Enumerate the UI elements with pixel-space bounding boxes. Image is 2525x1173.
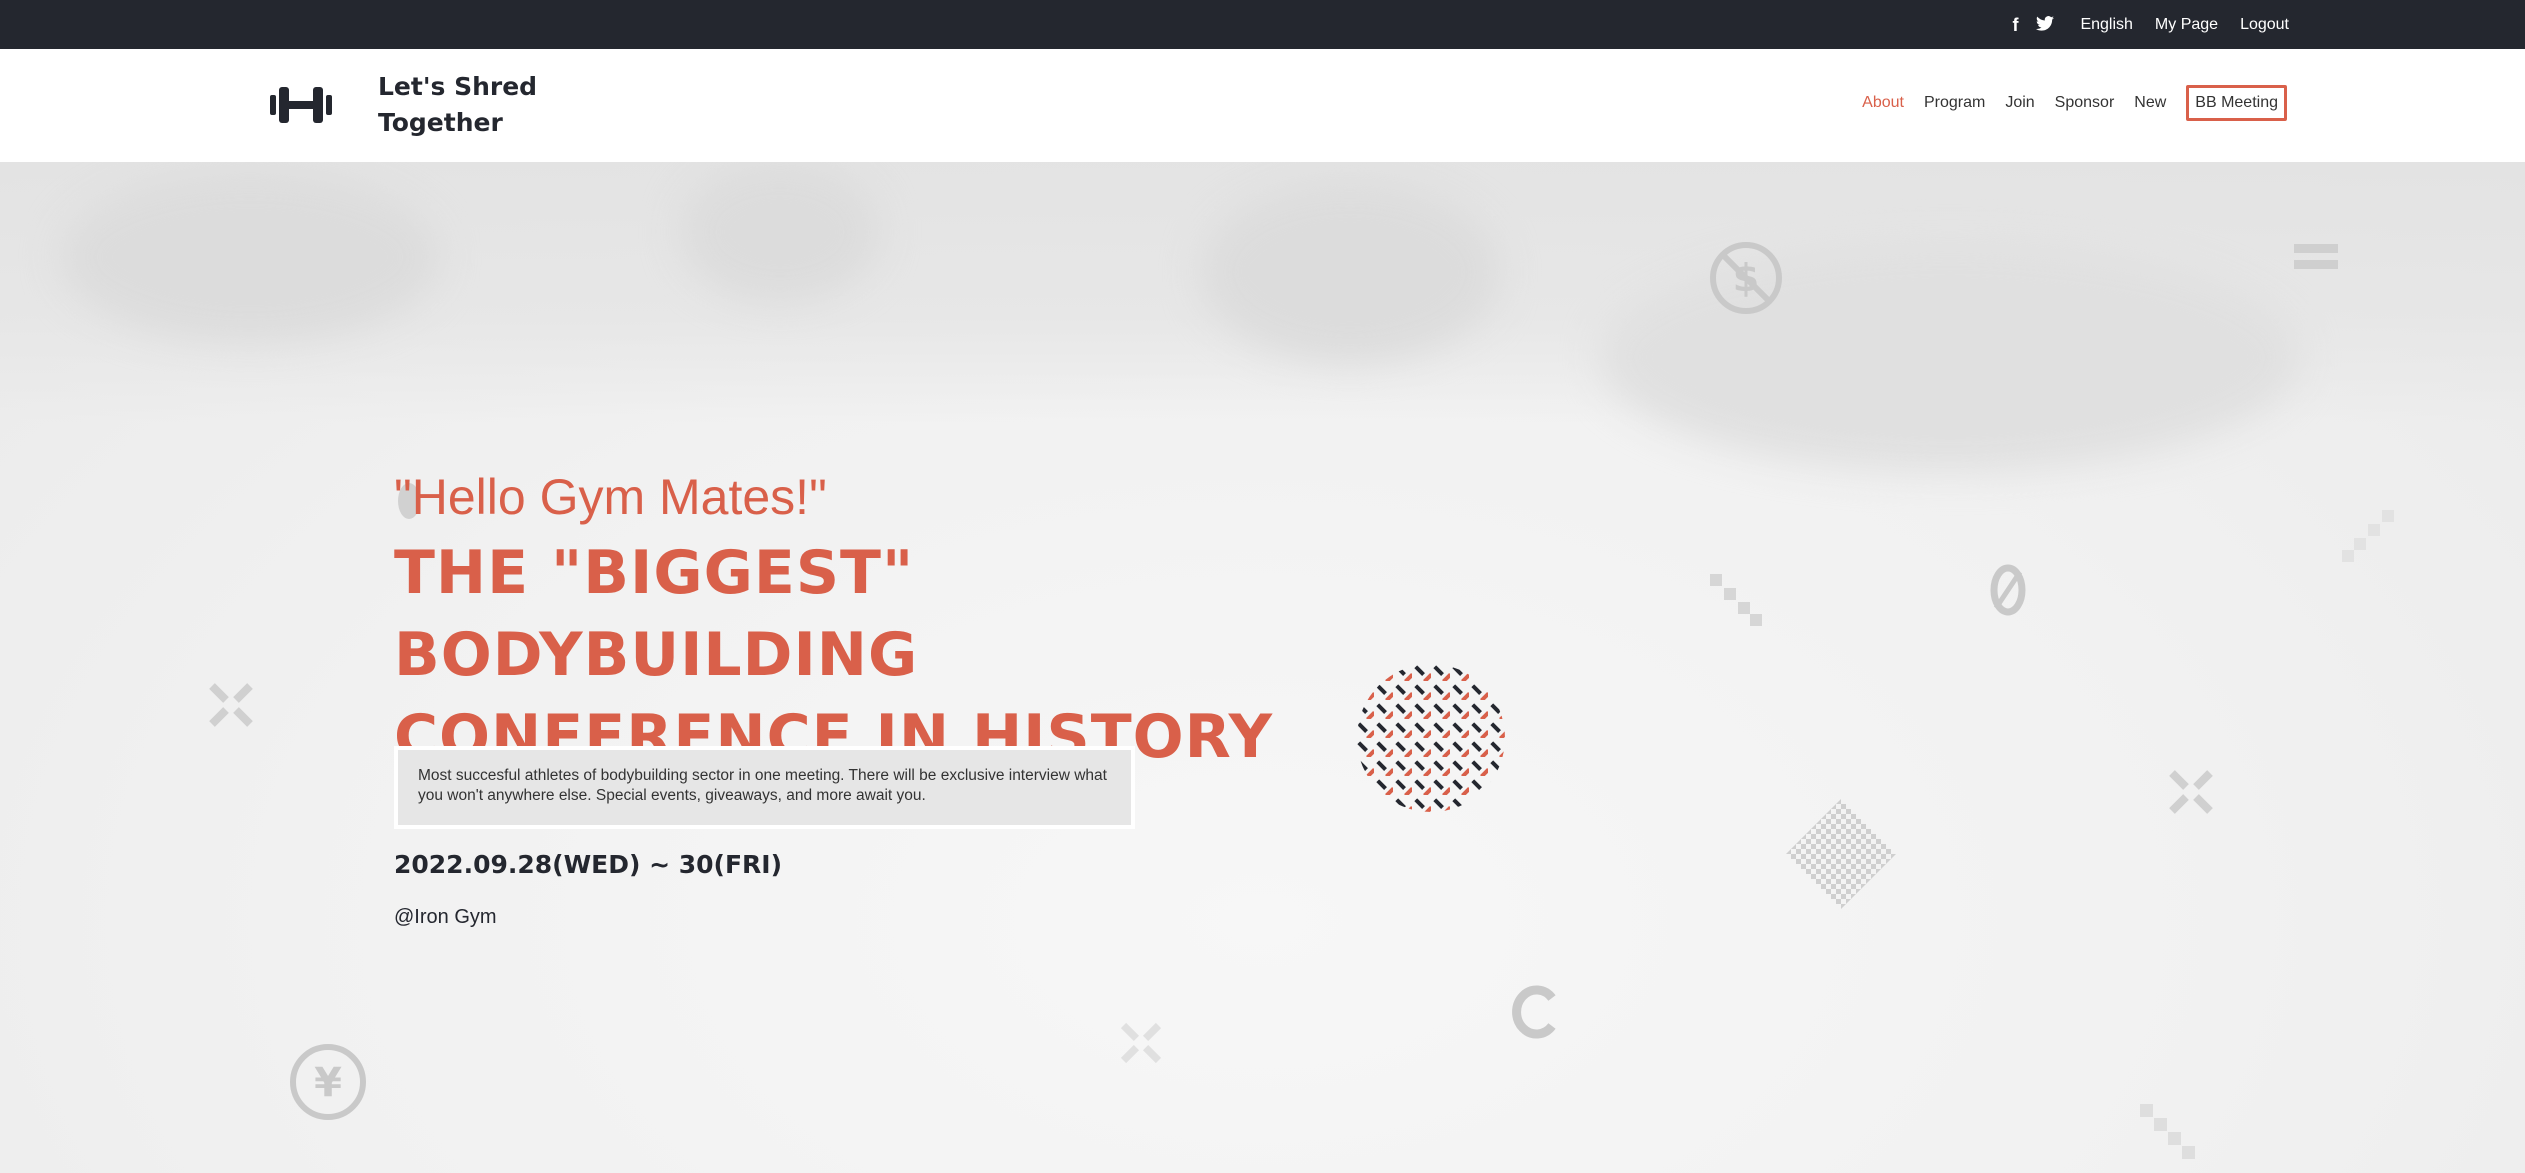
twitter-icon[interactable] (2036, 15, 2055, 34)
main-nav: About Program Join Sponsor New BB Meetin… (1862, 85, 2287, 121)
utility-links: f English My Page Logout (2012, 0, 2289, 49)
top-utility-bar: f English My Page Logout (0, 0, 2525, 49)
background-shape (680, 162, 880, 302)
hero-tagline: "Hello Gym Mates!" (394, 469, 827, 525)
nav-sponsor[interactable]: Sponsor (2055, 94, 2115, 112)
main-header: Let's Shred Together About Program Join … (0, 49, 2525, 162)
zero-icon (1990, 564, 2026, 616)
language-link[interactable]: English (2080, 16, 2132, 34)
hero-headline: THE "BIGGEST" BODYBUILDING CONFERENCE IN… (394, 532, 1394, 778)
stairs-pattern-icon (2140, 1104, 2195, 1159)
brand-line-2: Together (378, 108, 503, 137)
svg-text:¥: ¥ (314, 1060, 342, 1106)
dumbbell-logo-icon (270, 82, 332, 128)
equals-icon (2294, 244, 2338, 269)
brand-line-1: Let's Shred (378, 72, 538, 101)
nav-about[interactable]: About (1862, 94, 1904, 112)
c-letter-icon (1512, 985, 1556, 1039)
nav-bb-meeting-button[interactable]: BB Meeting (2186, 85, 2287, 121)
background-shape (1200, 182, 1500, 362)
facebook-icon[interactable]: f (2012, 16, 2018, 34)
event-venue: @Iron Gym (394, 906, 497, 928)
background-shape (1600, 242, 2300, 472)
nav-program[interactable]: Program (1924, 94, 1985, 112)
cross-icon (1120, 1022, 1162, 1064)
stairs-pattern-icon (2342, 510, 2394, 562)
headline-line-1: THE "BIGGEST" BODYBUILDING (394, 538, 919, 690)
logout-link[interactable]: Logout (2240, 16, 2289, 34)
brand-name: Let's Shred Together (378, 69, 548, 141)
event-description: Most succesful athletes of bodybuilding … (394, 746, 1135, 829)
no-dollar-icon: $ (1710, 242, 1782, 314)
checkered-diamond-icon (1786, 799, 1896, 909)
my-page-link[interactable]: My Page (2155, 16, 2218, 34)
cross-icon (209, 683, 253, 727)
event-date: 2022.09.28(WED) ~ 30(FRI) (394, 850, 783, 879)
brand[interactable]: Let's Shred Together (270, 69, 548, 141)
social-links: f (2012, 15, 2055, 34)
background-shape (60, 172, 440, 342)
nav-join[interactable]: Join (2005, 94, 2034, 112)
cross-icon (2169, 770, 2213, 814)
stairs-pattern-icon (1710, 574, 1762, 626)
nav-new[interactable]: New (2134, 94, 2166, 112)
no-yen-icon: ¥ (290, 1044, 366, 1120)
hero-section: $ ¥ (0, 162, 2525, 1173)
